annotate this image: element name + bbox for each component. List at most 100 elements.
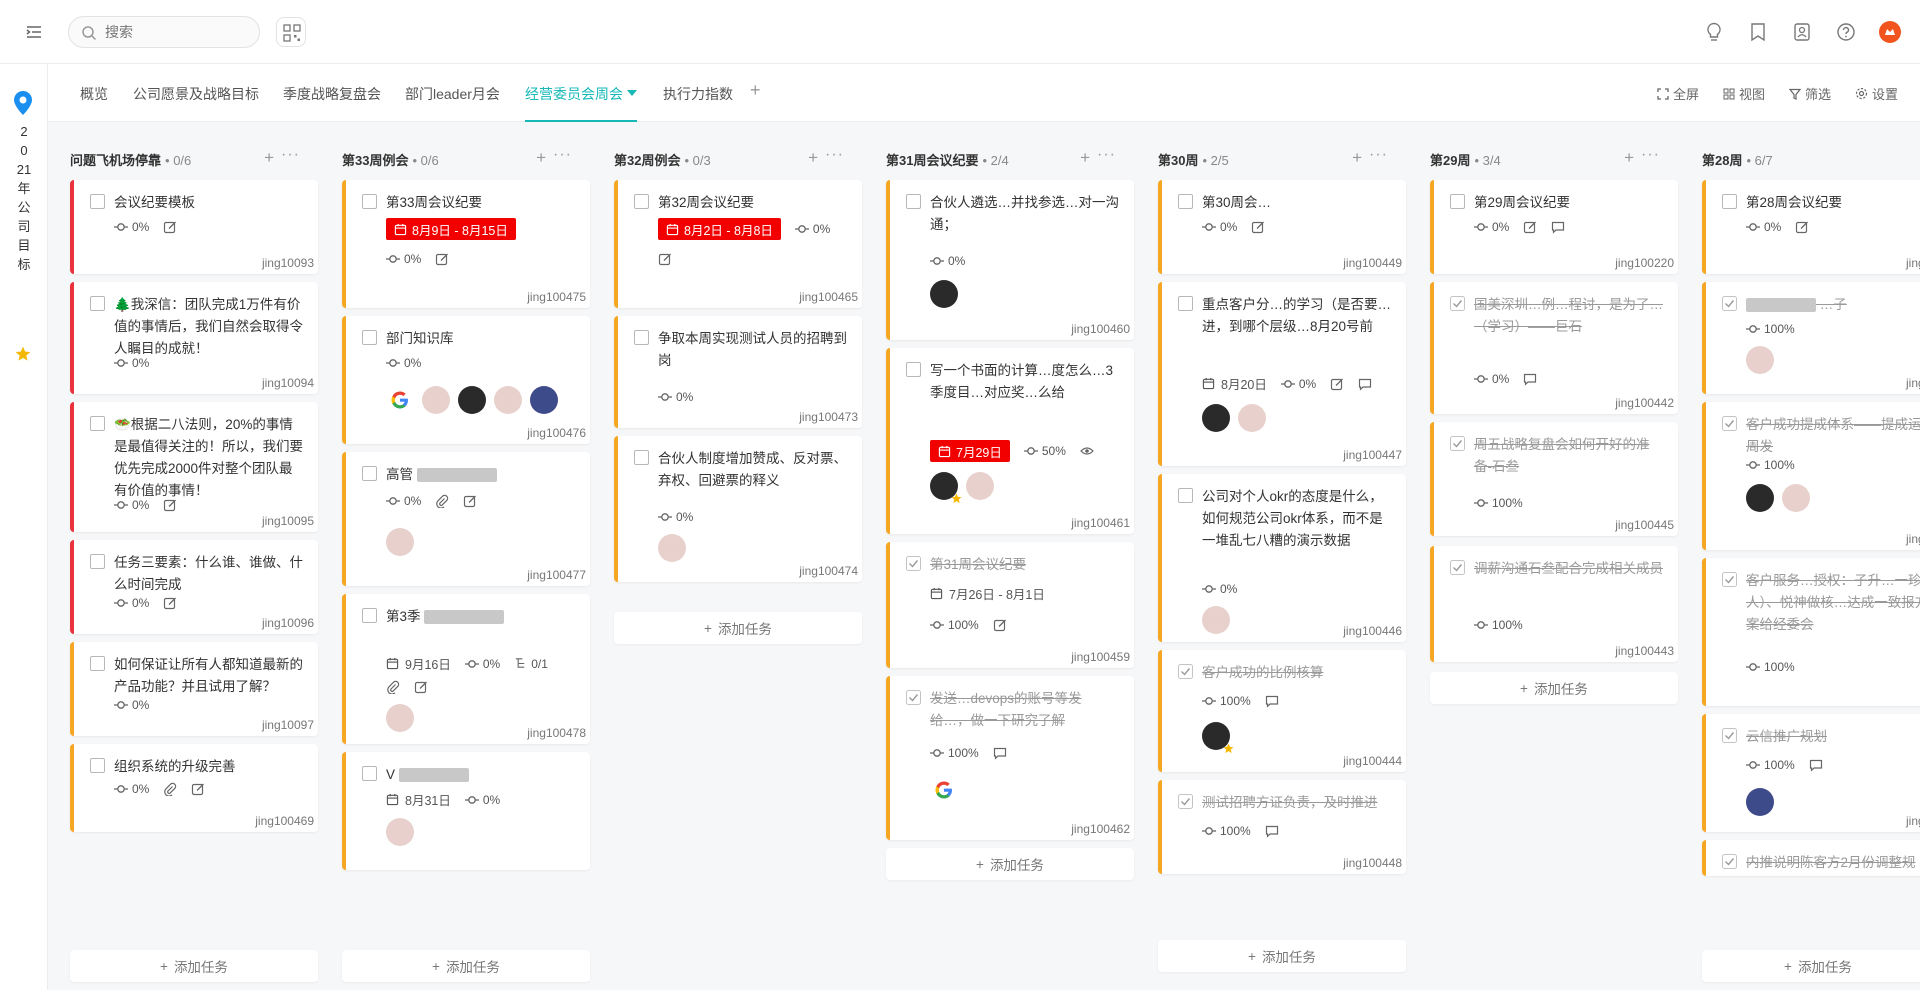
more-icon[interactable]: ··· xyxy=(553,146,572,164)
task-checkbox[interactable] xyxy=(362,330,377,345)
edit-icon[interactable] xyxy=(658,252,672,266)
task-card[interactable]: 重点客户分…的学习（是否要…进，到哪个层级…8月20号前 8月20日 0% ji… xyxy=(1158,282,1406,466)
avatar[interactable] xyxy=(422,386,450,414)
add-tab-button[interactable]: + xyxy=(750,80,761,101)
task-card[interactable]: 客户成功的比例核算 100% jing100444 xyxy=(1158,650,1406,772)
task-checkbox[interactable] xyxy=(90,194,105,209)
add-task-button[interactable]: + 添加任务 xyxy=(1158,940,1406,972)
avatar[interactable] xyxy=(1202,606,1230,634)
task-checkbox[interactable] xyxy=(362,194,377,209)
search-input[interactable] xyxy=(105,22,245,42)
task-card[interactable]: 合伙人制度增加赞成、反对票、弃权、回避票的释义 0% jing100474 xyxy=(614,436,862,582)
avatar[interactable] xyxy=(1746,484,1774,512)
bookmark-icon[interactable] xyxy=(1746,20,1770,44)
task-checkbox[interactable] xyxy=(634,330,649,345)
brand-logo-icon[interactable] xyxy=(1878,20,1902,44)
fullscreen-button[interactable]: 全屏 xyxy=(1657,84,1699,103)
add-task-button[interactable]: + 添加任务 xyxy=(886,848,1134,880)
help-icon[interactable] xyxy=(1834,20,1858,44)
more-icon[interactable]: ··· xyxy=(281,146,300,164)
add-card-icon[interactable]: + xyxy=(1624,148,1634,168)
task-checkbox[interactable] xyxy=(362,608,377,623)
task-card[interactable]: 会议纪要模板 0% jing10093 xyxy=(70,180,318,274)
more-icon[interactable]: ··· xyxy=(1641,146,1660,164)
task-checkbox[interactable] xyxy=(1178,194,1193,209)
task-card[interactable]: V 8月31日 0% xyxy=(342,752,590,870)
add-card-icon[interactable]: + xyxy=(808,148,818,168)
checked-checkbox[interactable] xyxy=(1178,664,1193,679)
avatar[interactable] xyxy=(930,776,958,804)
tab-execution-index[interactable]: 执行力指数 xyxy=(663,84,733,122)
task-checkbox[interactable] xyxy=(90,416,105,431)
task-card[interactable]: 🌲我深信：团队完成1万件有价值的事情后，我们自然会取得令人瞩目的成就！ 0% j… xyxy=(70,282,318,394)
edit-icon[interactable] xyxy=(163,596,177,610)
edit-icon[interactable] xyxy=(1251,220,1265,234)
avatar[interactable] xyxy=(966,472,994,500)
add-card-icon[interactable]: + xyxy=(264,148,274,168)
avatar[interactable] xyxy=(1202,722,1230,750)
task-card[interactable]: 如何保证让所有人都知道最新的产品功能？并且试用了解？ 0% jing10097 xyxy=(70,642,318,736)
edit-icon[interactable] xyxy=(1523,220,1537,234)
avatar[interactable] xyxy=(658,534,686,562)
add-card-icon[interactable]: + xyxy=(1352,148,1362,168)
avatar[interactable] xyxy=(530,386,558,414)
edit-icon[interactable] xyxy=(463,494,477,508)
tab-vision[interactable]: 公司愿景及战略目标 xyxy=(133,84,259,122)
avatar[interactable] xyxy=(930,472,958,500)
task-checkbox[interactable] xyxy=(90,758,105,773)
task-checkbox[interactable] xyxy=(362,466,377,481)
due-date-tag[interactable]: 8月2日 - 8月8日 xyxy=(658,218,781,240)
eye-icon[interactable] xyxy=(1080,444,1094,458)
edit-icon[interactable] xyxy=(993,618,1007,632)
avatar[interactable] xyxy=(930,280,958,308)
checked-checkbox[interactable] xyxy=(1178,794,1193,809)
task-card[interactable]: 客户成功提成体系——提成运一周发 100% jing100 xyxy=(1702,402,1920,550)
due-date[interactable]: 7月26日 - 8月1日 xyxy=(930,584,1045,603)
checked-checkbox[interactable] xyxy=(1450,560,1465,575)
tab-overview[interactable]: 概览 xyxy=(80,84,108,122)
task-card[interactable]: 部门知识库 0% jing100476 xyxy=(342,316,590,444)
task-checkbox[interactable] xyxy=(90,656,105,671)
avatar[interactable] xyxy=(1782,484,1810,512)
comment-icon[interactable] xyxy=(1358,377,1372,391)
more-icon[interactable]: ··· xyxy=(1369,146,1388,164)
task-checkbox[interactable] xyxy=(1178,296,1193,311)
task-card[interactable]: 内推说明陈客方2月份调整规 xyxy=(1702,840,1920,876)
task-card[interactable]: 第32周会议纪要 8月2日 - 8月8日 0% jing100465 xyxy=(614,180,862,308)
search-box[interactable] xyxy=(68,16,260,48)
edit-icon[interactable] xyxy=(414,680,428,694)
avatar[interactable] xyxy=(386,386,414,414)
due-date[interactable]: 8月31日 xyxy=(386,790,451,809)
contacts-icon[interactable] xyxy=(1790,20,1814,44)
task-checkbox[interactable] xyxy=(634,450,649,465)
settings-button[interactable]: 设置 xyxy=(1855,84,1898,103)
edit-icon[interactable] xyxy=(163,220,177,234)
task-card[interactable]: 第29周会议纪要 0% jing100220 xyxy=(1430,180,1678,274)
filter-button[interactable]: 筛选 xyxy=(1788,84,1831,103)
task-card[interactable]: 写一个书面的计算…度怎么…3季度目…对应奖…么给 7月29日 50% jing1… xyxy=(886,348,1134,534)
comment-icon[interactable] xyxy=(1809,758,1823,772)
task-card[interactable]: 周五战略复盘会如何开好的准备-石叁 100% jing100445 xyxy=(1430,422,1678,536)
task-card[interactable]: 调薪沟通石叁配合完成相关成员 100% jing100443 xyxy=(1430,546,1678,662)
add-task-button[interactable]: + 添加任务 xyxy=(342,950,590,982)
due-date[interactable]: 9月16日 xyxy=(386,654,451,673)
task-checkbox[interactable] xyxy=(1450,194,1465,209)
task-card[interactable]: 测试招聘方证负责，及时推进 100% jing100448 xyxy=(1158,780,1406,874)
task-checkbox[interactable] xyxy=(362,766,377,781)
task-checkbox[interactable] xyxy=(906,362,921,377)
comment-icon[interactable] xyxy=(1523,372,1537,386)
qr-code-button[interactable] xyxy=(276,17,306,47)
checked-checkbox[interactable] xyxy=(1450,436,1465,451)
checked-checkbox[interactable] xyxy=(906,690,921,705)
subtask-count[interactable]: 0/1 xyxy=(514,657,548,671)
avatar[interactable] xyxy=(386,818,414,846)
avatar[interactable] xyxy=(458,386,486,414)
add-task-button[interactable]: + 添加任务 xyxy=(1430,672,1678,704)
avatar[interactable] xyxy=(1238,404,1266,432)
task-card[interactable]: …子 100% jing100 xyxy=(1702,282,1920,394)
task-card[interactable]: 🥗根据二八法则，20%的事情是最值得关注的！所以，我们要优先完成2000件对整个… xyxy=(70,402,318,532)
checked-checkbox[interactable] xyxy=(906,556,921,571)
more-icon[interactable]: ··· xyxy=(1097,146,1116,164)
avatar[interactable] xyxy=(386,528,414,556)
tab-weekly-meeting[interactable]: 经营委员会周会 xyxy=(525,84,637,122)
